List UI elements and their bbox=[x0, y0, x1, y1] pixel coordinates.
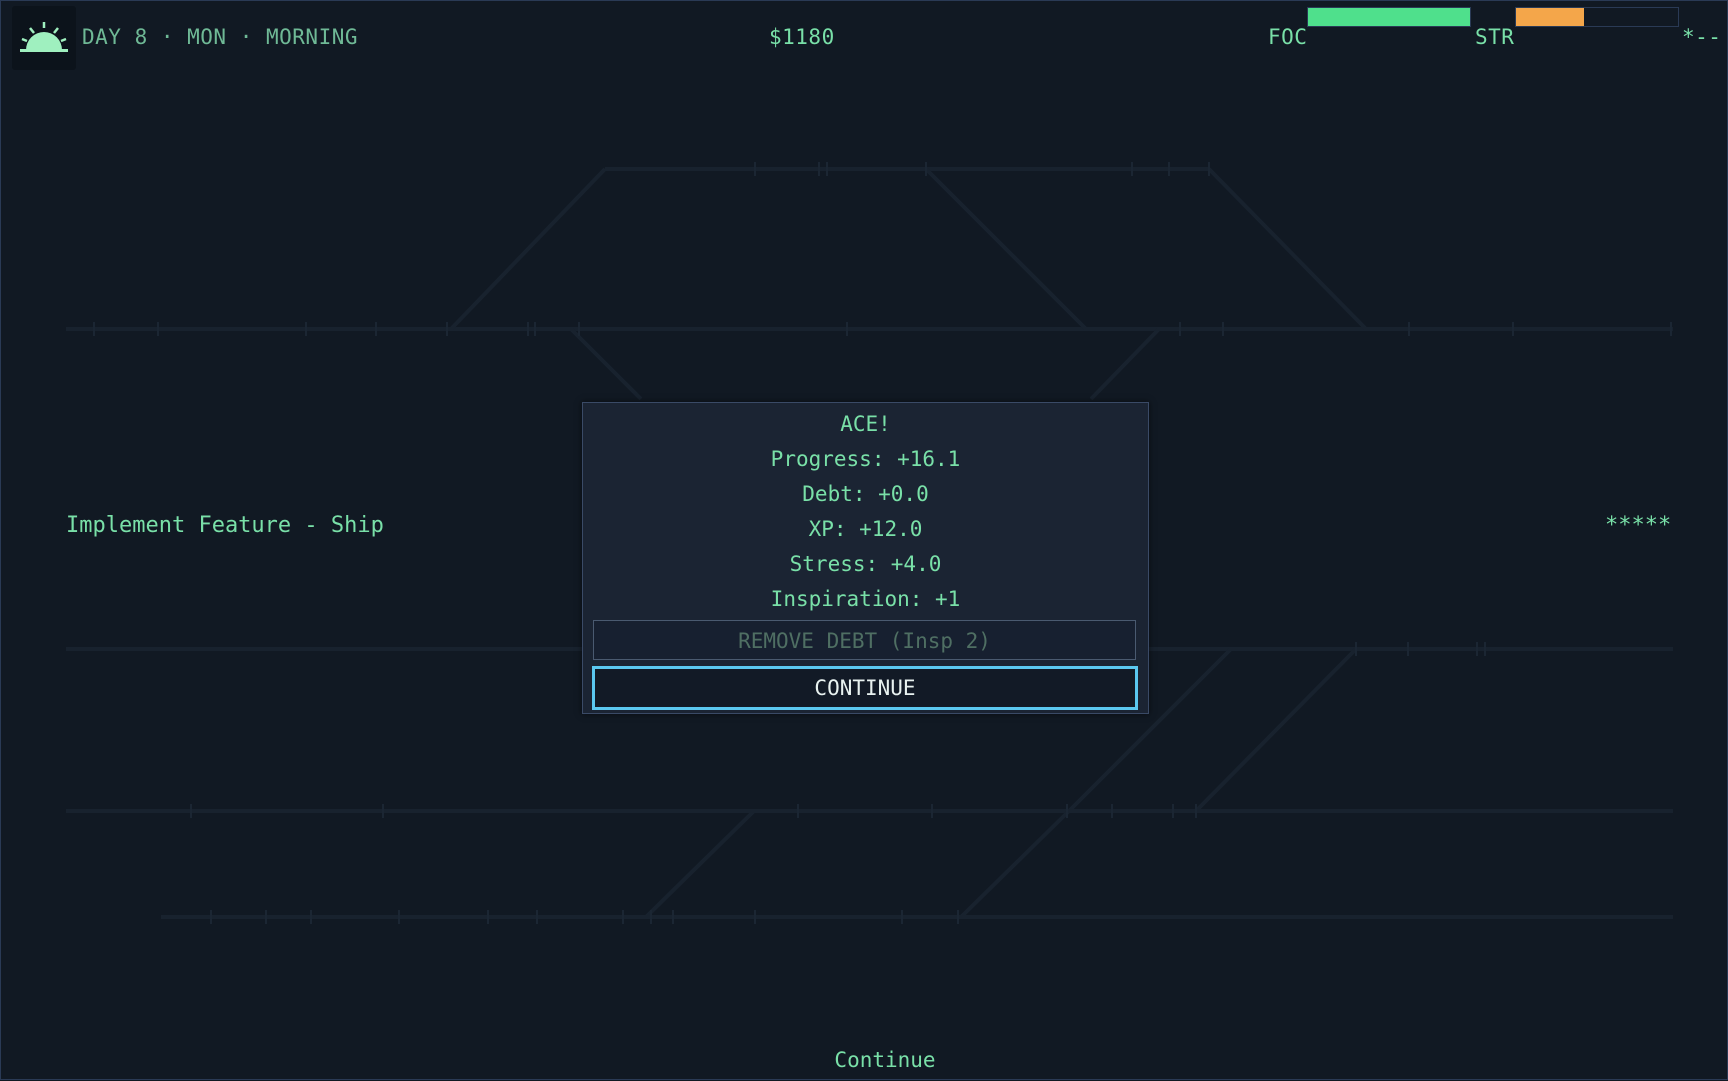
stress-meter-fill bbox=[1516, 8, 1585, 26]
task-difficulty-stars: ***** bbox=[1605, 513, 1672, 538]
result-xp: XP: +12.0 bbox=[808, 517, 923, 541]
continue-button[interactable]: CONTINUE bbox=[592, 666, 1138, 710]
result-modal: ACE! Progress: +16.1 Debt: +0.0 XP: +12.… bbox=[582, 402, 1149, 714]
task-name: Implement Feature - Ship bbox=[66, 513, 384, 538]
money-display: $1180 bbox=[769, 25, 835, 49]
stress-label: STR bbox=[1475, 25, 1515, 49]
result-title: ACE! bbox=[840, 412, 891, 436]
remove-debt-button[interactable]: REMOVE DEBT (Insp 2) bbox=[593, 620, 1136, 660]
game-screen: DAY 8 · MON · MORNING $1180 FOC STR *-- … bbox=[0, 0, 1728, 1080]
focus-meter bbox=[1307, 7, 1471, 27]
rating-stars: *-- bbox=[1682, 25, 1722, 49]
sunrise-icon bbox=[12, 6, 76, 70]
focus-meter-fill bbox=[1308, 8, 1470, 26]
focus-label: FOC bbox=[1268, 25, 1308, 49]
result-inspiration: Inspiration: +1 bbox=[770, 587, 961, 611]
result-progress: Progress: +16.1 bbox=[770, 447, 961, 471]
result-debt: Debt: +0.0 bbox=[802, 482, 929, 506]
continue-hint: Continue bbox=[834, 1048, 936, 1072]
result-stress: Stress: +4.0 bbox=[789, 552, 942, 576]
day-time-label: DAY 8 · MON · MORNING bbox=[82, 25, 359, 49]
stress-meter bbox=[1515, 7, 1679, 27]
